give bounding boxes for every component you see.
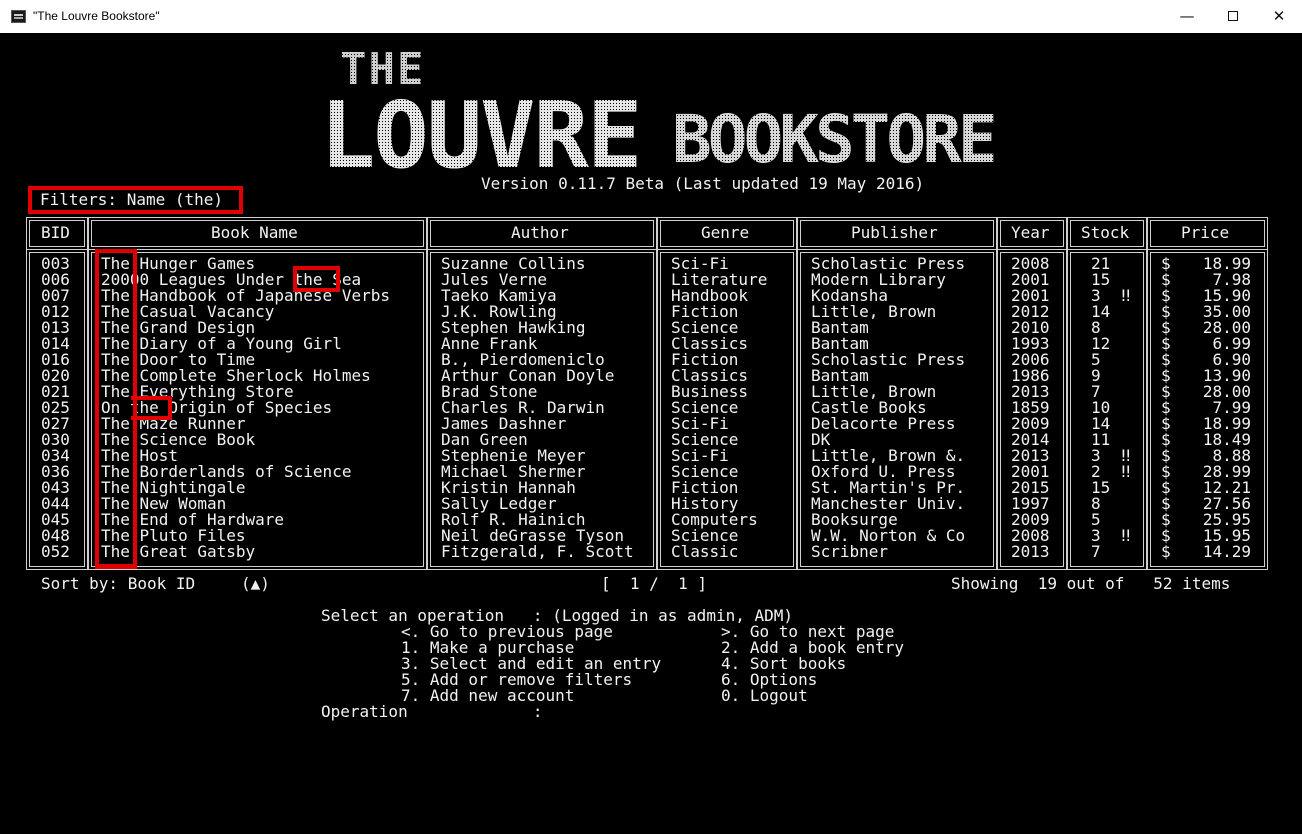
sort-direction-arrow: (▲) (241, 574, 270, 593)
table-cell-flag (1121, 368, 1131, 384)
table-cell-year: 2013 (1011, 542, 1050, 561)
minimize-icon: — (1179, 7, 1195, 25)
year-column: 2008 2001 2001 2012 2010 1993 2006 1986 2013 1859… (1011, 256, 1050, 560)
column-header-price[interactable]: Price (1181, 225, 1229, 241)
maximize-button[interactable] (1210, 0, 1256, 32)
table-cell-flag (1121, 352, 1131, 368)
operation-input[interactable]: Operation : (321, 704, 543, 720)
window-titlebar: "The Louvre Bookstore" — ✕ (0, 0, 1302, 33)
table-cell-flag (1121, 384, 1131, 400)
table-cell-price: 14.29 (1202, 542, 1251, 561)
logo-bookstore: BOOKSTORE (672, 101, 998, 178)
logo-louvre: LOUVRE (320, 82, 642, 189)
menu-option[interactable]: 0. Logout (721, 688, 904, 704)
table-cell-author: Fitzgerald, F. Scott (441, 542, 634, 561)
column-header-author[interactable]: Author (511, 225, 569, 241)
table-cell-publisher: Scribner (811, 542, 889, 561)
table-cell-flag (1121, 416, 1131, 432)
the-word-highlight-box (293, 266, 340, 292)
table-cell-flag (1121, 496, 1131, 512)
the-word-highlight-box-2 (131, 396, 172, 420)
maximize-icon (1228, 11, 1238, 21)
author-column: Suzanne Collins Jules Verne Taeko Kamiya J.… (441, 256, 634, 560)
genre-column: Sci-Fi Literature Handbook Fiction Science Cl… (671, 256, 767, 560)
column-header-year[interactable]: Year (1011, 225, 1050, 241)
table-cell-flag (1121, 544, 1131, 560)
publisher-column: Scholastic Press Modern Library Kodansha Li… (811, 256, 965, 560)
table-cell-flag (1121, 400, 1131, 416)
console-app-icon (11, 10, 26, 23)
table-cell-publisher: Delacorte Press (811, 414, 956, 433)
table-cell-flag (1121, 336, 1131, 352)
minimize-button[interactable]: — (1164, 0, 1210, 32)
menu-right-column: >. Go to next page 2. Add a book entry 4. … (721, 624, 904, 704)
page-indicator: [ 1 / 1 ] (601, 574, 707, 593)
table-cell-cur: $ (1161, 542, 1171, 561)
logo-the: THE (340, 44, 426, 95)
table-cell-genre: Classic (671, 542, 739, 561)
table-cell-flag (1121, 304, 1131, 320)
table-cell-flag (1121, 320, 1131, 336)
table-cell-flag (1121, 480, 1131, 496)
table-cell-name: The Great Gatsby (101, 542, 256, 561)
low-stock-flag-column: ‼ ‼ ‼ ‼ (1121, 256, 1131, 560)
version-text: Version 0.11.7 Beta (Last updated 19 May… (481, 174, 925, 193)
column-header-publisher[interactable]: Publisher (851, 225, 938, 241)
table-cell-flag: ‼ (1121, 526, 1131, 545)
column-header-book-name[interactable]: Book Name (211, 225, 298, 241)
window-title: "The Louvre Bookstore" (33, 9, 160, 23)
filter-highlight-box (28, 186, 243, 214)
table-cell-flag: ‼ (1121, 462, 1131, 481)
item-count: Showing 19 out of 52 items (951, 574, 1231, 593)
stock-column: 21 15 3 14 8 12 5 9 7 10 14 11 3 2 15 8 5 3 7 (1091, 256, 1110, 560)
column-header-stock[interactable]: Stock (1081, 225, 1129, 241)
console-window[interactable]: THE LOUVRE BOOKSTORE Version 0.11.7 Beta… (0, 33, 1302, 834)
close-icon: ✕ (1272, 7, 1286, 25)
close-button[interactable]: ✕ (1256, 0, 1302, 32)
column-header-bid[interactable]: BID (41, 225, 70, 241)
sort-indicator: Sort by: Book ID (41, 574, 196, 593)
menu-left-column: <. Go to previous page 1. Make a purchase… (401, 624, 661, 704)
price-column: 18.99 7.98 15.90 35.00 28.00 6.99 6.90 13.90 28.… (1201, 256, 1251, 560)
bid-column: 003 006 007 012 013 014 016 020 021 025 027 030 034 0… (41, 256, 70, 560)
currency-column: $ $ $ $ $ $ $ $ $ $ $ $ $ $ $ $ $ $ $ (1161, 256, 1171, 560)
table-cell-flag: ‼ (1121, 286, 1131, 305)
table-cell-stock: 7 (1091, 542, 1101, 561)
table-cell-bid: 052 (41, 542, 70, 561)
column-header-genre[interactable]: Genre (701, 225, 749, 241)
table-cell-flag (1121, 256, 1131, 272)
